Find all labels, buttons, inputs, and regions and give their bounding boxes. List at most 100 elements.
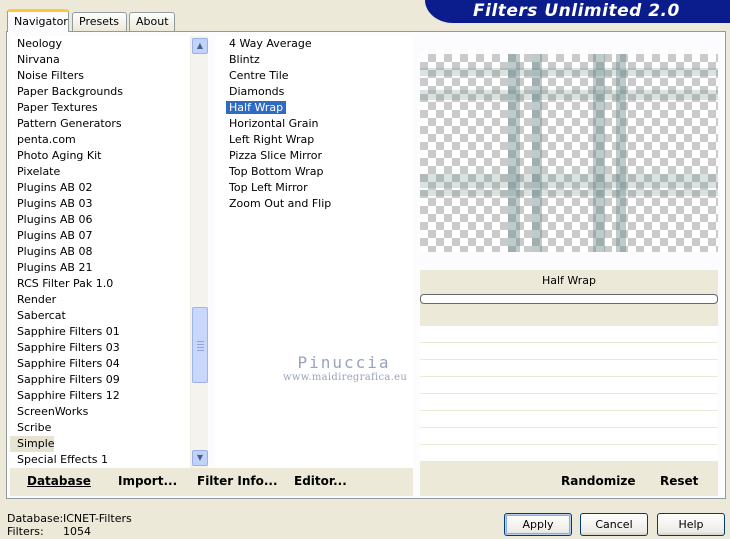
filters-status-value: 1054: [63, 525, 91, 538]
category-item[interactable]: Sapphire Filters 01: [10, 324, 208, 340]
database-button[interactable]: Database: [27, 474, 91, 488]
editor-button-label: Editor...: [294, 474, 347, 488]
parameter-row: [420, 428, 718, 445]
status-info: Database:ICNET-Filters Filters: 1054: [7, 512, 132, 538]
filters-status-label: Filters:: [7, 525, 44, 538]
category-item-selected[interactable]: Simple: [10, 436, 55, 452]
filter-info-button[interactable]: Filter Info...: [197, 474, 278, 488]
grip-line: [197, 344, 204, 345]
apply-button[interactable]: Apply: [504, 513, 572, 536]
reset-button[interactable]: Reset: [660, 474, 698, 488]
selected-filter-name: Half Wrap: [541, 274, 597, 287]
category-item[interactable]: Plugins AB 02: [10, 180, 208, 196]
import-button[interactable]: Import...: [118, 474, 177, 488]
filters-unlimited-window: Filters Unlimited 2.0 Navigator Presets …: [0, 0, 730, 539]
app-title-banner: Filters Unlimited 2.0: [425, 0, 730, 23]
parameter-row: [420, 343, 718, 360]
preview-stripe: [420, 174, 718, 188]
filter-item[interactable]: Top Bottom Wrap: [215, 164, 413, 180]
navigator-toolbar: Database Import... Filter Info... Editor…: [10, 468, 413, 496]
chevron-down-icon: ▼: [196, 453, 204, 462]
category-item[interactable]: Nirvana: [10, 52, 208, 68]
tab-navigator[interactable]: Navigator: [7, 9, 69, 32]
parameter-row: [420, 411, 718, 428]
grip-line: [197, 341, 204, 342]
chevron-up-icon: ▲: [196, 41, 204, 50]
category-item[interactable]: penta.com: [10, 132, 208, 148]
filter-item[interactable]: Zoom Out and Flip: [215, 196, 413, 212]
preview-stripe: [420, 68, 718, 76]
preview-image: [420, 54, 718, 252]
cancel-button[interactable]: Cancel: [580, 513, 648, 536]
help-button[interactable]: Help: [657, 513, 725, 536]
parameter-row: [420, 360, 718, 377]
filter-item-label: Zoom Out and Flip: [229, 197, 332, 210]
filter-item[interactable]: Pizza Slice Mirror: [215, 148, 413, 164]
category-item[interactable]: Sapphire Filters 09: [10, 372, 208, 388]
filter-item-label: Left Right Wrap: [229, 133, 315, 146]
watermark-name: Pinuccia: [297, 353, 391, 372]
category-item[interactable]: Photo Aging Kit: [10, 148, 208, 164]
filter-list[interactable]: 4 Way Average Blintz Centre Tile Diamond…: [215, 36, 413, 468]
filter-item-label: Top Bottom Wrap: [229, 165, 324, 178]
category-item[interactable]: Plugins AB 03: [10, 196, 208, 212]
category-item[interactable]: Scribe: [10, 420, 208, 436]
tab-about[interactable]: About: [129, 12, 175, 31]
category-list[interactable]: Neology Nirvana Noise Filters Paper Back…: [10, 36, 208, 468]
category-item[interactable]: Plugins AB 06: [10, 212, 208, 228]
filter-item[interactable]: Top Left Mirror: [215, 180, 413, 196]
category-item[interactable]: Noise Filters: [10, 68, 208, 84]
filter-item-label: Top Left Mirror: [229, 181, 308, 194]
category-item[interactable]: Render: [10, 292, 208, 308]
preview-stripe: [508, 54, 520, 252]
category-item[interactable]: Plugins AB 07: [10, 228, 208, 244]
editor-button[interactable]: Editor...: [294, 474, 347, 488]
preview-stripe: [420, 190, 718, 196]
filter-item-label: Blintz: [229, 53, 260, 66]
preview-toolbar: Randomize Reset: [420, 468, 718, 496]
category-item[interactable]: Pattern Generators: [10, 116, 208, 132]
category-item[interactable]: Plugins AB 08: [10, 244, 208, 260]
database-button-label: Database: [27, 474, 91, 488]
tab-presets[interactable]: Presets: [72, 12, 127, 31]
category-scrollbar[interactable]: ▲ ▼: [190, 36, 208, 468]
watermark: Pinuccia www.maidiregrafica.eu: [283, 353, 408, 383]
scroll-up-button[interactable]: ▲: [192, 38, 208, 54]
grip-line: [197, 347, 204, 348]
category-item[interactable]: Sabercat: [10, 308, 208, 324]
category-item[interactable]: Sapphire Filters 04: [10, 356, 208, 372]
category-item[interactable]: Neology: [10, 36, 208, 52]
category-item[interactable]: Pixelate: [10, 164, 208, 180]
database-status-label: Database:: [7, 512, 64, 525]
category-item[interactable]: Sapphire Filters 12: [10, 388, 208, 404]
preview-stripe: [420, 90, 718, 100]
filter-item-label: Half Wrap: [226, 101, 287, 114]
category-item[interactable]: Paper Textures: [10, 100, 208, 116]
watermark-url: www.maidiregrafica.eu: [283, 372, 408, 383]
filter-item[interactable]: Centre Tile: [215, 68, 413, 84]
import-button-label: Import...: [118, 474, 178, 488]
scroll-down-button[interactable]: ▼: [192, 450, 208, 466]
parameter-row: [420, 445, 718, 462]
preview-stripe: [532, 54, 542, 252]
filter-item[interactable]: Horizontal Grain: [215, 116, 413, 132]
randomize-button[interactable]: Randomize: [561, 474, 635, 488]
randomize-button-label: Randomize: [561, 474, 636, 488]
filter-item[interactable]: Diamonds: [215, 84, 413, 100]
scroll-thumb[interactable]: [192, 307, 208, 383]
reset-button-label: Reset: [660, 474, 699, 488]
category-item[interactable]: Special Effects 1: [10, 452, 208, 468]
parameter-row: [420, 326, 718, 343]
category-item[interactable]: Paper Backgrounds: [10, 84, 208, 100]
filter-info-button-label: Filter Info...: [197, 474, 278, 488]
filter-item[interactable]: Left Right Wrap: [215, 132, 413, 148]
category-item[interactable]: Sapphire Filters 03: [10, 340, 208, 356]
category-item[interactable]: RCS Filter Pak 1.0: [10, 276, 208, 292]
filter-item-selected[interactable]: Half Wrap: [215, 100, 413, 116]
filter-item[interactable]: Blintz: [215, 52, 413, 68]
filter-settings-area: Half Wrap: [420, 270, 718, 468]
filter-item[interactable]: 4 Way Average: [215, 36, 413, 52]
category-item[interactable]: ScreenWorks: [10, 404, 208, 420]
category-item[interactable]: Plugins AB 21: [10, 260, 208, 276]
filter-item-label: 4 Way Average: [229, 37, 312, 50]
